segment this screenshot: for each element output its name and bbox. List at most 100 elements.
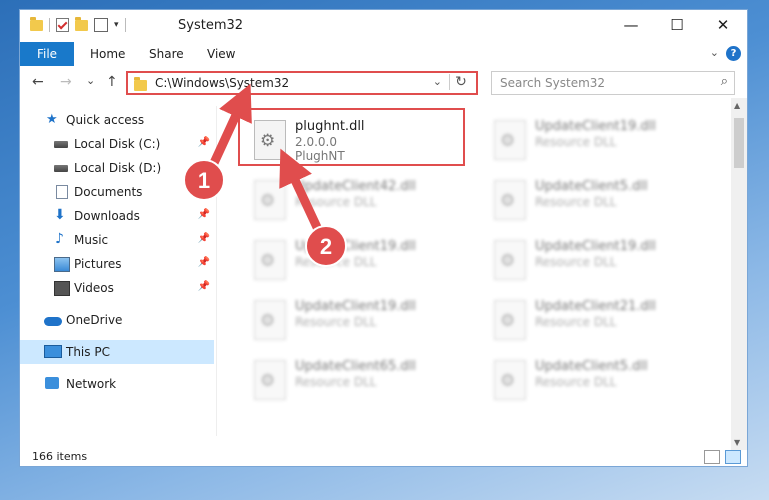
sidebar-item-downloads[interactable]: ⬇ Downloads 📌 — [20, 204, 214, 228]
file-description: Resource DLL — [295, 255, 377, 269]
forward-button[interactable]: → — [60, 74, 72, 90]
file-highlight-box — [238, 108, 465, 166]
scrollbar-thumb[interactable] — [734, 118, 744, 168]
sidebar-item-label: OneDrive — [66, 313, 123, 327]
close-button[interactable]: ✕ — [700, 14, 746, 36]
file-description: Resource DLL — [295, 315, 377, 329]
file-item[interactable]: ⚙ UpdateClient5.dll Resource DLL — [480, 170, 710, 224]
vertical-scrollbar[interactable]: ▲ ▼ — [731, 98, 747, 450]
tab-file[interactable]: File — [20, 42, 74, 66]
sidebar-item-local-disk-d[interactable]: Local Disk (D:) — [20, 156, 214, 180]
toolbar-separator — [49, 18, 50, 32]
help-icon[interactable]: ? — [726, 46, 741, 61]
recent-locations-button[interactable]: ⌄ — [86, 74, 95, 87]
quick-access-toolbar: ▾ — [30, 16, 126, 32]
file-item[interactable]: ⚙ UpdateClient21.dll Resource DLL — [480, 290, 710, 344]
file-item[interactable]: ⚙ UpdateClient42.dll Resource DLL — [240, 170, 470, 224]
toolbar-separator — [124, 18, 126, 32]
search-icon[interactable]: ⌕ — [721, 74, 728, 89]
sidebar-item-label: Local Disk (C:) — [74, 137, 161, 151]
download-icon: ⬇ — [54, 207, 66, 223]
file-description: Resource DLL — [295, 375, 377, 389]
dll-file-icon: ⚙ — [494, 120, 526, 160]
gear-icon: ⚙ — [500, 251, 516, 271]
status-bar: 166 items — [20, 446, 747, 466]
sidebar-item-quick-access[interactable]: ★ Quick access — [20, 108, 214, 132]
star-icon: ★ — [46, 112, 58, 127]
pin-icon: 📌 — [197, 185, 210, 196]
file-name: UpdateClient19.dll — [295, 239, 416, 254]
new-folder-icon[interactable] — [75, 16, 88, 31]
gear-icon: ⚙ — [260, 191, 276, 211]
file-name: UpdateClient42.dll — [295, 179, 416, 194]
sidebar-item-this-pc[interactable]: This PC — [20, 340, 214, 364]
this-pc-icon — [44, 345, 62, 358]
large-icons-view-icon[interactable] — [725, 450, 741, 464]
up-button[interactable]: ↑ — [106, 74, 118, 90]
ribbon-collapse-icon[interactable]: ⌄ — [710, 46, 719, 59]
dll-file-icon: ⚙ — [494, 300, 526, 340]
file-item[interactable]: ⚙ UpdateClient19.dll Resource DLL — [480, 110, 710, 164]
item-count: 166 items — [32, 450, 88, 463]
file-description: Resource DLL — [535, 195, 617, 209]
pane-divider[interactable] — [216, 106, 217, 436]
gear-icon: ⚙ — [260, 311, 276, 331]
dll-file-icon: ⚙ — [254, 240, 286, 280]
file-description: Resource DLL — [535, 135, 617, 149]
details-view-icon[interactable] — [704, 450, 720, 464]
folder-icon[interactable] — [30, 16, 43, 31]
file-description: Resource DLL — [535, 375, 617, 389]
search-input[interactable]: Search System32 ⌕ — [491, 71, 735, 95]
file-name: UpdateClient5.dll — [535, 359, 648, 374]
network-icon — [45, 377, 59, 389]
minimize-button[interactable]: — — [608, 14, 654, 36]
onedrive-icon — [44, 317, 62, 326]
address-path[interactable]: C:\Windows\System32 — [155, 76, 289, 90]
sidebar-item-music[interactable]: ♪ Music 📌 — [20, 228, 214, 252]
sidebar-item-pictures[interactable]: Pictures 📌 — [20, 252, 214, 276]
gear-icon: ⚙ — [260, 251, 276, 271]
address-dropdown-icon[interactable]: ⌄ — [433, 75, 442, 88]
file-item[interactable]: ⚙ UpdateClient19.dll Resource DLL — [240, 230, 470, 284]
tab-view[interactable]: View — [207, 45, 235, 63]
scroll-up-icon[interactable]: ▲ — [734, 101, 740, 110]
dll-file-icon: ⚙ — [494, 180, 526, 220]
address-field[interactable]: C:\Windows\System32 ⌄ ↻ — [126, 71, 478, 95]
file-item[interactable]: ⚙ UpdateClient19.dll Resource DLL — [480, 230, 710, 284]
sidebar-item-label: Pictures — [74, 257, 122, 271]
sidebar-item-label: Downloads — [74, 209, 140, 223]
explorer-window: ▾ System32 — ☐ ✕ File Home Share View ⌄ … — [19, 9, 748, 467]
dll-file-icon: ⚙ — [494, 360, 526, 400]
gear-icon: ⚙ — [500, 131, 516, 151]
sidebar-item-label: Quick access — [66, 113, 145, 127]
gear-icon: ⚙ — [500, 371, 516, 391]
back-button[interactable]: ← — [32, 74, 44, 90]
properties-check-icon[interactable] — [56, 18, 69, 32]
gear-icon: ⚙ — [500, 191, 516, 211]
gear-icon: ⚙ — [260, 371, 276, 391]
file-item[interactable]: ⚙ UpdateClient5.dll Resource DLL — [480, 350, 710, 404]
file-name: UpdateClient5.dll — [535, 179, 648, 194]
ribbon-tabs: File Home Share View ⌄ ? — [20, 42, 747, 66]
tab-home[interactable]: Home — [90, 45, 125, 63]
sidebar-item-onedrive[interactable]: OneDrive — [20, 308, 214, 332]
sidebar-item-local-disk-c[interactable]: Local Disk (C:) 📌 — [20, 132, 214, 156]
videos-icon — [54, 281, 70, 296]
pictures-icon — [54, 257, 70, 272]
sidebar-item-label: Local Disk (D:) — [74, 161, 162, 175]
pin-icon: 📌 — [197, 257, 210, 268]
dll-file-icon: ⚙ — [254, 300, 286, 340]
maximize-button[interactable]: ☐ — [654, 14, 700, 36]
customize-icon[interactable] — [94, 18, 108, 32]
sidebar-item-videos[interactable]: Videos 📌 — [20, 276, 214, 300]
file-item[interactable]: ⚙ UpdateClient65.dll Resource DLL — [240, 350, 470, 404]
pin-icon: 📌 — [197, 233, 210, 244]
qat-dropdown-icon[interactable]: ▾ — [114, 20, 119, 30]
sidebar-item-network[interactable]: Network — [20, 372, 214, 396]
file-name: UpdateClient19.dll — [535, 239, 656, 254]
refresh-button[interactable]: ↻ — [449, 74, 472, 90]
pin-icon: 📌 — [197, 281, 210, 292]
file-item[interactable]: ⚙ UpdateClient19.dll Resource DLL — [240, 290, 470, 344]
tab-share[interactable]: Share — [149, 45, 184, 63]
sidebar-item-documents[interactable]: Documents 📌 — [20, 180, 214, 204]
